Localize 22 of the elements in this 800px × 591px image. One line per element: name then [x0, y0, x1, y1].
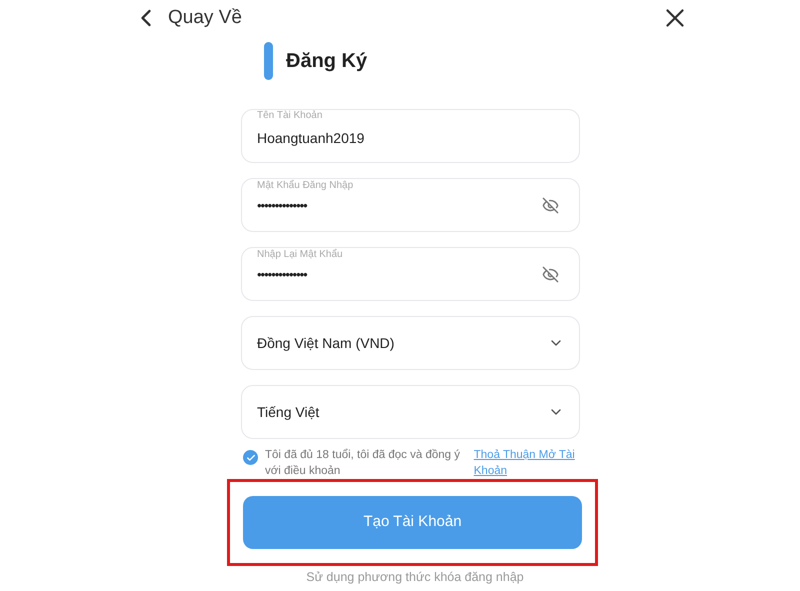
agreement-checkbox[interactable]	[243, 450, 258, 465]
input-field[interactable]: Tên Tài Khoản Hoangtuanh2019	[241, 109, 580, 163]
back-button[interactable]: Quay Về	[132, 4, 242, 32]
field-label: Mật Khẩu Đăng Nhập	[257, 180, 354, 192]
agreement-text: Tôi đã đủ 18 tuổi, tôi đã đọc và đồng ý với điều khoản	[265, 448, 461, 479]
title-accent-bar	[264, 42, 273, 80]
hide-password-icon[interactable]	[542, 266, 559, 282]
field-label: Tên Tài Khoản	[257, 110, 324, 122]
hide-password-icon[interactable]	[542, 196, 559, 214]
field-label: Nhập Lại Mật Khẩu	[257, 249, 344, 262]
dropdown-value: Tiếng Việt	[257, 402, 320, 422]
dropdown-field[interactable]: Đồng Việt Nam (VND)	[241, 316, 580, 370]
field-value: Hoangtuanh2019	[257, 128, 366, 148]
login-method-text: Sử dụng phương thức khóa đăng nhập	[305, 570, 525, 585]
password-field[interactable]: Mật Khẩu Đăng Nhập ••••••••••••••	[241, 178, 580, 232]
dropdown-field[interactable]: Tiếng Việt	[241, 385, 580, 439]
check-icon	[246, 452, 256, 462]
dropdown-value: Đồng Việt Nam (VND)	[257, 334, 394, 353]
field-value: ••••••••••••••	[257, 197, 308, 216]
password-field[interactable]: Nhập Lại Mật Khẩu ••••••••••••••	[241, 247, 580, 301]
page-title: Đăng Ký	[286, 49, 368, 74]
field-value: ••••••••••••••	[257, 266, 308, 284]
